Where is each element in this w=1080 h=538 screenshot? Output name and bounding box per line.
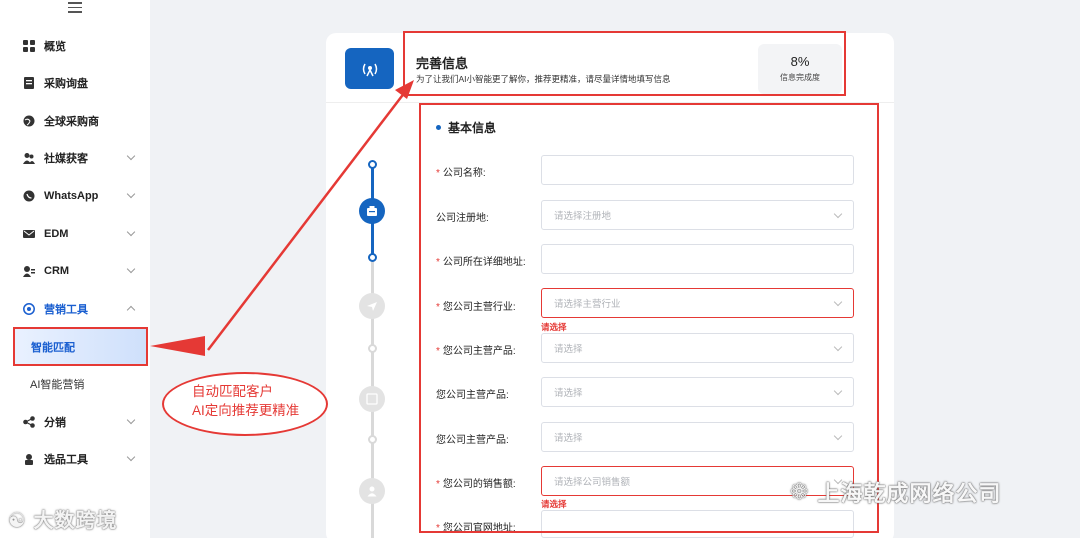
sidebar-item-distribution[interactable]: 分销 bbox=[0, 408, 150, 436]
chevron-down-icon bbox=[126, 452, 136, 462]
collapse-menu-icon[interactable] bbox=[68, 2, 82, 16]
sidebar-item-overview[interactable]: 概览 bbox=[0, 32, 150, 60]
mail-icon bbox=[23, 228, 35, 240]
step-document-icon[interactable] bbox=[359, 386, 385, 412]
scrollbar[interactable] bbox=[1064, 0, 1080, 538]
sidebar: 概览 采购询盘 全球采购商 社媒获客 WhatsApp EDM CRM 营销工具… bbox=[0, 0, 150, 538]
highlight-box-header bbox=[403, 31, 846, 96]
sidebar-item-label: EDM bbox=[44, 228, 69, 240]
step-user-icon[interactable] bbox=[359, 478, 385, 504]
sidebar-item-label: 全球采购商 bbox=[44, 116, 99, 128]
sidebar-item-marketing[interactable]: 营销工具 bbox=[0, 295, 150, 323]
chevron-down-icon bbox=[126, 415, 136, 425]
chevron-up-icon bbox=[126, 305, 136, 315]
annotation-arrow-left bbox=[150, 336, 205, 356]
sidebar-item-label: 采购询盘 bbox=[44, 78, 88, 90]
sidebar-subitem-ai-marketing[interactable]: AI智能营销 bbox=[0, 370, 150, 398]
stepper-dot bbox=[368, 435, 377, 444]
document-icon bbox=[23, 77, 35, 89]
sidebar-item-label: 分销 bbox=[44, 417, 66, 429]
sidebar-item-social[interactable]: 社媒获客 bbox=[0, 144, 150, 172]
sidebar-item-label: 营销工具 bbox=[44, 304, 88, 316]
chevron-down-icon bbox=[126, 264, 136, 274]
watermark-right: ❁ 上海乾成网络公司 bbox=[790, 476, 1001, 508]
step-plane-icon[interactable] bbox=[359, 293, 385, 319]
stepper-dot bbox=[368, 344, 377, 353]
product-icon bbox=[23, 453, 35, 465]
chevron-down-icon bbox=[126, 227, 136, 237]
watermark-text: 大数跨境 bbox=[33, 510, 118, 532]
globe-icon bbox=[23, 115, 35, 127]
sidebar-item-inquiry[interactable]: 采购询盘 bbox=[0, 69, 150, 97]
sidebar-item-whatsapp[interactable]: WhatsApp bbox=[0, 182, 150, 210]
sidebar-item-label: 社媒获客 bbox=[44, 153, 88, 165]
antenna-icon bbox=[345, 48, 394, 89]
sidebar-item-buyers[interactable]: 全球采购商 bbox=[0, 107, 150, 135]
sidebar-item-label: AI智能营销 bbox=[30, 379, 85, 391]
annotation-text: 自动匹配客户 AI定向推荐更精准 bbox=[192, 384, 300, 418]
stepper-dot bbox=[368, 253, 377, 262]
contacts-icon bbox=[23, 265, 35, 277]
sidebar-item-crm[interactable]: CRM bbox=[0, 257, 150, 285]
stepper-dot bbox=[368, 160, 377, 169]
sidebar-item-label: WhatsApp bbox=[44, 190, 99, 202]
share-icon bbox=[23, 416, 35, 428]
step-basic-info-icon[interactable] bbox=[359, 198, 385, 224]
target-icon bbox=[23, 303, 35, 315]
chevron-down-icon bbox=[126, 151, 136, 161]
users-icon bbox=[23, 152, 35, 164]
sidebar-subitem-smart-match[interactable]: 智能匹配 bbox=[13, 327, 148, 366]
grid-icon bbox=[23, 40, 35, 52]
sidebar-item-edm[interactable]: EDM bbox=[0, 220, 150, 248]
sidebar-item-label: 概览 bbox=[44, 41, 66, 53]
watermark-logo-icon: ☯ bbox=[8, 510, 27, 532]
highlight-box-form bbox=[419, 103, 879, 533]
watermark-left: ☯ 大数跨境 bbox=[8, 504, 118, 533]
sidebar-item-product-tools[interactable]: 选品工具 bbox=[0, 445, 150, 473]
whatsapp-icon bbox=[23, 190, 35, 202]
sidebar-item-label: 选品工具 bbox=[44, 454, 88, 466]
sidebar-item-label: CRM bbox=[44, 265, 70, 277]
watermark-text: 上海乾成网络公司 bbox=[817, 481, 1002, 506]
sidebar-item-label: 智能匹配 bbox=[31, 341, 75, 354]
chevron-down-icon bbox=[126, 189, 136, 199]
wechat-icon: ❁ bbox=[790, 479, 810, 504]
